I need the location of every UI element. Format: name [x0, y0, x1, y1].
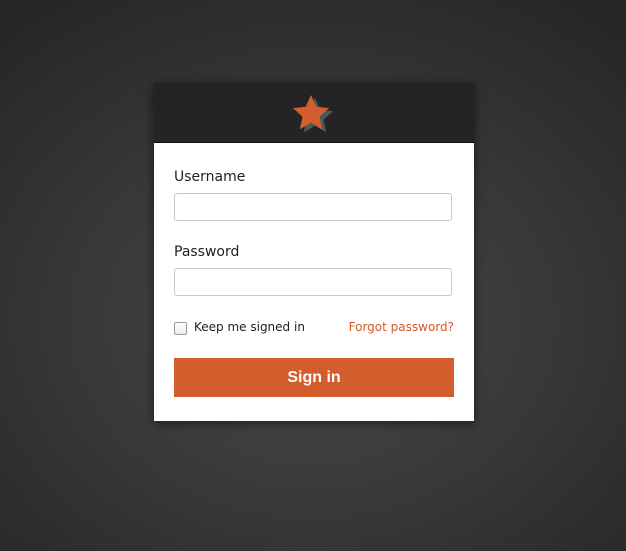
forgot-password-link[interactable]: Forgot password?: [349, 320, 454, 334]
username-label: Username: [174, 169, 246, 185]
star-icon: [293, 95, 333, 133]
sign-in-button[interactable]: Sign in: [174, 358, 454, 397]
login-card: Username Password Keep me signed in Forg…: [154, 83, 474, 421]
keep-signed-in-checkbox[interactable]: [174, 322, 187, 335]
username-input[interactable]: [174, 193, 452, 221]
password-input[interactable]: [174, 268, 452, 296]
card-header: [154, 83, 474, 143]
keep-signed-in-label[interactable]: Keep me signed in: [194, 320, 305, 334]
password-label: Password: [174, 244, 240, 260]
